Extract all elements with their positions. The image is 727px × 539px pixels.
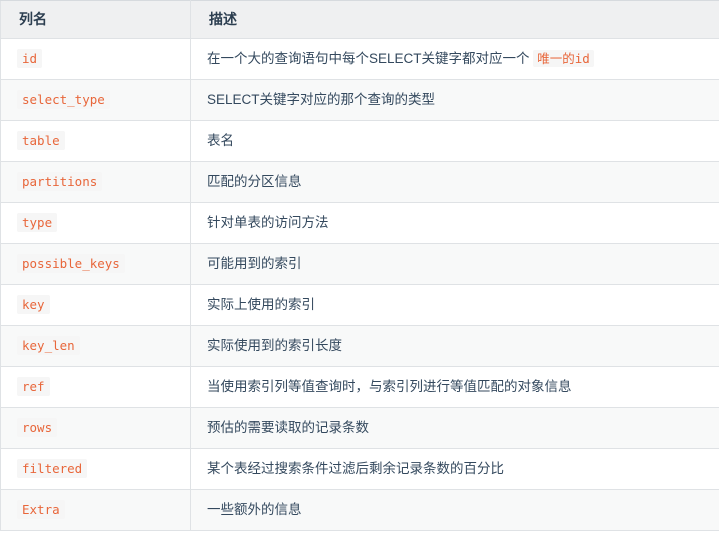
- table-row: id 在一个大的查询语句中每个SELECT关键字都对应一个 唯一的id: [0, 38, 719, 80]
- column-name-code: type: [17, 212, 58, 232]
- column-name-code: possible_keys: [17, 253, 125, 273]
- column-name-code: rows: [17, 417, 58, 437]
- description-text: 匹配的分区信息: [207, 173, 302, 189]
- cell-description: 实际上使用的索引: [190, 284, 719, 326]
- column-name-code: id: [17, 48, 43, 68]
- column-name-code: key_len: [17, 335, 80, 355]
- table-header: 列名 描述: [0, 0, 719, 39]
- cell-description: 某个表经过搜索条件过滤后剩余记录条数的百分比: [190, 448, 719, 490]
- cell-description: 针对单表的访问方法: [190, 202, 719, 244]
- description-text: 实际使用到的索引长度: [207, 337, 342, 353]
- header-column-name: 列名: [0, 0, 191, 39]
- description-text: 一些额外的信息: [207, 501, 302, 517]
- column-name-code: Extra: [17, 499, 65, 519]
- explain-columns-table: 列名 描述 id 在一个大的查询语句中每个SELECT关键字都对应一个 唯一的id…: [0, 0, 719, 531]
- cell-column-name: type: [0, 202, 191, 244]
- table-row: rows 预估的需要读取的记录条数: [0, 407, 719, 449]
- cell-column-name: Extra: [0, 489, 191, 531]
- explain-table-container: 列名 描述 id 在一个大的查询语句中每个SELECT关键字都对应一个 唯一的id…: [0, 0, 719, 539]
- column-name-code: table: [17, 130, 65, 150]
- description-text: 在一个大的查询语句中每个SELECT关键字都对应一个: [207, 50, 534, 66]
- table-row: type 针对单表的访问方法: [0, 202, 719, 244]
- description-inline-code: 唯一的id: [533, 49, 594, 67]
- cell-column-name: select_type: [0, 79, 191, 121]
- header-description: 描述: [190, 0, 719, 39]
- column-name-code: key: [17, 294, 50, 314]
- cell-column-name: rows: [0, 407, 191, 449]
- table-row: ref 当使用索引列等值查询时，与索引列进行等值匹配的对象信息: [0, 366, 719, 408]
- description-text: 预估的需要读取的记录条数: [207, 419, 369, 435]
- cell-description: 实际使用到的索引长度: [190, 325, 719, 367]
- table-row: Extra 一些额外的信息: [0, 489, 719, 531]
- table-row: table 表名: [0, 120, 719, 162]
- table-row: key 实际上使用的索引: [0, 284, 719, 326]
- table-header-row: 列名 描述: [0, 0, 719, 39]
- table-body: id 在一个大的查询语句中每个SELECT关键字都对应一个 唯一的id select…: [0, 38, 719, 531]
- cell-description: 在一个大的查询语句中每个SELECT关键字都对应一个 唯一的id: [190, 38, 719, 80]
- description-text: SELECT关键字对应的那个查询的类型: [207, 91, 436, 107]
- cell-column-name: ref: [0, 366, 191, 408]
- cell-column-name: table: [0, 120, 191, 162]
- table-row: select_type SELECT关键字对应的那个查询的类型: [0, 79, 719, 121]
- cell-column-name: id: [0, 38, 191, 80]
- description-text: 可能用到的索引: [207, 255, 302, 271]
- cell-column-name: key_len: [0, 325, 191, 367]
- column-name-code: ref: [17, 376, 50, 396]
- description-text: 针对单表的访问方法: [207, 214, 329, 230]
- cell-column-name: possible_keys: [0, 243, 191, 285]
- description-text: 表名: [207, 132, 234, 148]
- column-name-code: filtered: [17, 458, 88, 478]
- table-row: filtered 某个表经过搜索条件过滤后剩余记录条数的百分比: [0, 448, 719, 490]
- cell-column-name: key: [0, 284, 191, 326]
- table-row: possible_keys 可能用到的索引: [0, 243, 719, 285]
- cell-description: 表名: [190, 120, 719, 162]
- cell-description: 当使用索引列等值查询时，与索引列进行等值匹配的对象信息: [190, 366, 719, 408]
- cell-description: 可能用到的索引: [190, 243, 719, 285]
- description-text: 某个表经过搜索条件过滤后剩余记录条数的百分比: [207, 460, 504, 476]
- description-text: 当使用索引列等值查询时，与索引列进行等值匹配的对象信息: [207, 378, 572, 394]
- cell-description: 匹配的分区信息: [190, 161, 719, 203]
- cell-column-name: partitions: [0, 161, 191, 203]
- description-text: 实际上使用的索引: [207, 296, 315, 312]
- table-row: partitions 匹配的分区信息: [0, 161, 719, 203]
- cell-description: 预估的需要读取的记录条数: [190, 407, 719, 449]
- cell-column-name: filtered: [0, 448, 191, 490]
- cell-description: 一些额外的信息: [190, 489, 719, 531]
- column-name-code: select_type: [17, 89, 110, 109]
- cell-description: SELECT关键字对应的那个查询的类型: [190, 79, 719, 121]
- table-row: key_len 实际使用到的索引长度: [0, 325, 719, 367]
- column-name-code: partitions: [17, 171, 103, 191]
- page-root: 列名 描述 id 在一个大的查询语句中每个SELECT关键字都对应一个 唯一的id…: [0, 0, 727, 539]
